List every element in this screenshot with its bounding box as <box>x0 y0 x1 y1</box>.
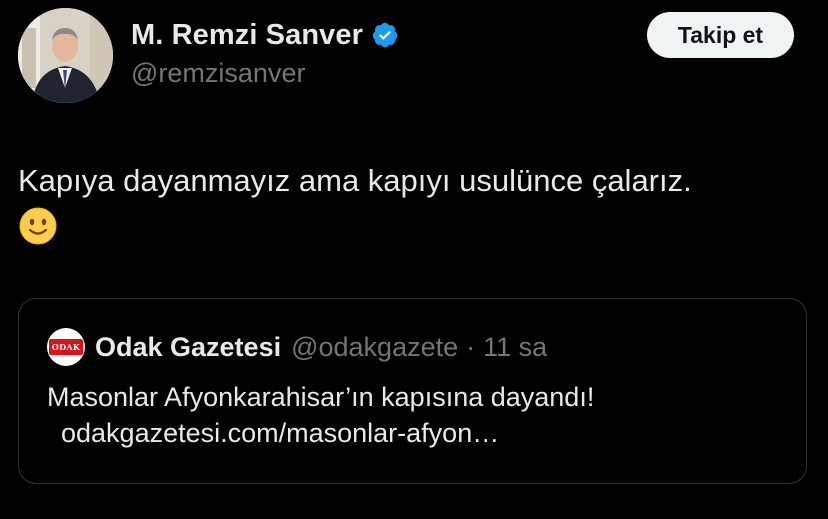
odak-logo: ODAK <box>48 339 84 355</box>
quote-display-name[interactable]: Odak Gazetesi <box>95 332 281 363</box>
follow-button[interactable]: Takip et <box>647 12 794 58</box>
author-handle[interactable]: @remzisanver <box>131 58 305 89</box>
tweet-body: Kapıya dayanmayız ama kapıyı usulünce ça… <box>18 160 808 246</box>
verified-badge-icon <box>371 21 399 49</box>
slightly-smiling-face-icon <box>18 206 58 246</box>
quote-body: Masonlar Afyonkarahisar’ın kapısına daya… <box>47 379 787 451</box>
quote-text: Masonlar Afyonkarahisar’ın kapısına daya… <box>47 382 595 412</box>
quote-link[interactable]: odakgazetesi.com/masonlar-afyon… <box>47 415 787 451</box>
quote-avatar[interactable]: ODAK <box>47 328 85 366</box>
quote-separator: · <box>466 331 476 362</box>
author-avatar[interactable] <box>18 8 113 103</box>
quote-header: ODAK Odak Gazetesi @odakgazete · 11 sa <box>47 328 547 366</box>
quoted-tweet-card[interactable]: ODAK Odak Gazetesi @odakgazete · 11 sa M… <box>18 298 807 484</box>
author-name-row: M. Remzi Sanver <box>131 16 399 54</box>
quote-handle[interactable]: @odakgazete <box>291 332 458 363</box>
author-display-name[interactable]: M. Remzi Sanver <box>131 19 363 52</box>
tweet-text: Kapıya dayanmayız ama kapıyı usulünce ça… <box>18 163 692 198</box>
quote-timestamp[interactable]: 11 sa <box>483 332 547 363</box>
